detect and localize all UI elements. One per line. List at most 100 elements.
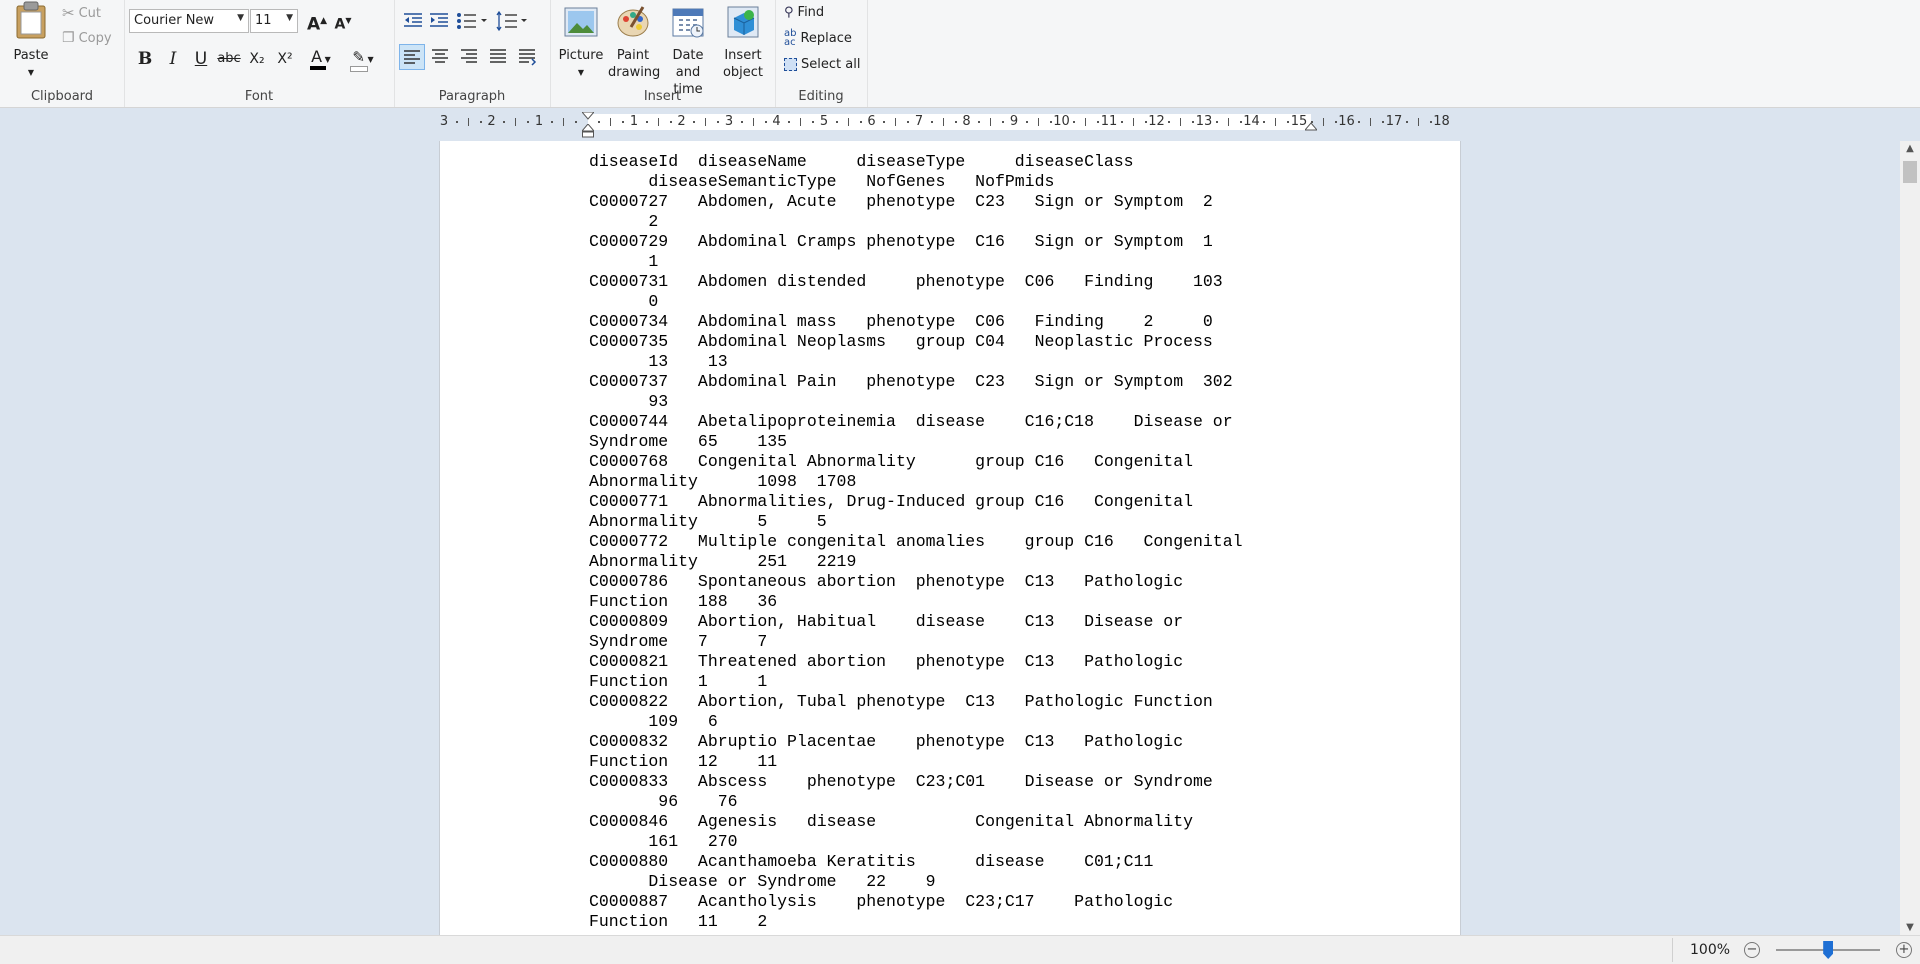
first-line-indent-marker[interactable] [582,112,594,120]
date-label-1: Date and [672,48,704,80]
clipboard-group-label: Clipboard [30,89,94,104]
font-family-select[interactable]: Courier New ▼ [129,9,249,33]
text-color-swatch [310,66,326,70]
bullets-button[interactable] [454,8,490,34]
scroll-up-arrow-icon[interactable]: ▲ [1900,143,1920,154]
font-group: Courier New ▼ 11 ▼ A▲ A▼ B I U abc X₂ X²… [124,0,395,107]
bold-button[interactable]: B [132,46,158,72]
paragraph-icon [519,49,537,66]
select-all-button[interactable]: Select all [784,53,860,75]
paste-dropdown-icon[interactable]: ▼ [8,64,54,81]
insert-group-label: Insert [643,89,682,104]
hanging-indent-marker[interactable] [582,124,594,138]
zoom-in-button[interactable]: + [1896,942,1912,958]
ruler-dot [1263,121,1266,123]
ruler-tick [800,118,802,126]
ruler-dot [1215,121,1218,123]
scroll-thumb[interactable] [1903,161,1917,183]
ruler-tick [705,118,707,126]
italic-button[interactable]: I [160,46,186,72]
increase-indent-button[interactable] [426,8,452,34]
picture-button[interactable]: Picture ▼ [556,4,606,81]
ruler-dot [930,121,933,123]
decrease-indent-icon [404,13,422,27]
ruler-dot [645,121,648,123]
ruler-tick [752,118,754,126]
bullet-list-icon [457,13,487,29]
highlight-button[interactable]: ✎ ▼ [344,44,382,72]
paragraph-settings-button[interactable] [515,44,541,70]
binoculars-icon: ⚲ [784,4,794,20]
ruler[interactable]: 3 2 1 1 2 3 4 5 6 7 8 9 10 11 12 13 14 15 16 17 18 [440,112,1459,138]
ruler-dot [1073,121,1076,123]
ruler-dot [1382,121,1385,123]
zoom-slider-thumb[interactable] [1823,941,1834,959]
find-button[interactable]: ⚲ Find [784,1,824,23]
ruler-dot [954,121,957,123]
document-text[interactable]: diseaseId diseaseName diseaseType diseas… [589,152,1243,932]
superscript-button[interactable]: X² [272,46,298,72]
ruler-tick [1275,118,1277,126]
ruler-dot [669,121,672,123]
underline-button[interactable]: U [188,46,214,72]
font-size-select[interactable]: 11 ▼ [250,9,298,33]
document-page[interactable]: diseaseId diseaseName diseaseType diseas… [439,141,1461,935]
ribbon: Paste ▼ ✂ Cut ❐ Copy Clipboard Courier N… [0,0,1920,108]
picture-dropdown-icon[interactable]: ▼ [556,64,606,81]
ruler-tick [895,118,897,126]
strikethrough-button[interactable]: abc [216,46,242,72]
ruler-dot [859,121,862,123]
cut-button[interactable]: ✂ Cut [62,2,101,24]
font-size-value: 11 [255,13,272,28]
replace-button[interactable]: ab ac Replace [784,27,852,49]
paint-drawing-button[interactable]: Paint drawing [608,4,660,81]
ruler-dot [764,121,767,123]
line-spacing-icon [496,10,527,32]
subscript-button[interactable]: X₂ [244,46,270,72]
ruler-dot [550,121,553,123]
ruler-tick [1322,118,1324,126]
copy-button[interactable]: ❐ Copy [62,27,112,49]
shrink-font-button[interactable]: A▼ [330,8,356,34]
paragraph-group: Paragraph [394,0,551,107]
insert-object-button[interactable]: Insert object [718,4,768,81]
ruler-dot [1025,121,1028,123]
paste-label: Paste [13,48,49,63]
line-spacing-button[interactable] [494,8,530,34]
ruler-tick [1085,118,1087,126]
grow-font-button[interactable]: A▲ [304,8,330,35]
ruler-dot [598,121,601,123]
align-left-button[interactable] [399,44,425,70]
ruler-tick [467,118,469,126]
editing-group: ⚲ Find ab ac Replace Select all Editing [775,0,868,107]
cut-label: Cut [78,5,101,21]
paint-palette-icon [617,6,649,37]
ruler-label: 6 [867,114,876,129]
vertical-scrollbar[interactable]: ▲ ▼ [1900,141,1920,935]
decrease-indent-button[interactable] [400,8,426,34]
select-all-label: Select all [801,56,861,72]
object-label-1: Insert [724,48,762,63]
scroll-down-arrow-icon[interactable]: ▼ [1900,922,1920,933]
ruler-dot [527,121,530,123]
ruler-label: 12 [1148,114,1165,129]
ruler-dot [812,121,815,123]
ruler-tick [610,118,612,126]
font-family-value: Courier New [134,13,215,28]
chevron-down-icon: ▼ [286,13,293,23]
justify-icon [490,49,506,63]
align-right-button[interactable] [457,44,483,70]
align-center-button[interactable] [428,44,454,70]
date-time-button[interactable]: Date and time [660,4,716,98]
text-color-button[interactable]: A ▼ [304,44,338,70]
ruler-tick [1417,118,1419,126]
ruler-dot [788,121,791,123]
copy-label: Copy [78,30,112,46]
font-group-label: Font [244,89,274,104]
picture-icon [564,7,598,37]
ruler-tick [1370,118,1372,126]
zoom-out-button[interactable]: − [1744,942,1760,958]
ruler-tick [515,118,517,126]
paste-button[interactable]: Paste ▼ [8,0,54,81]
justify-button[interactable] [486,44,512,70]
